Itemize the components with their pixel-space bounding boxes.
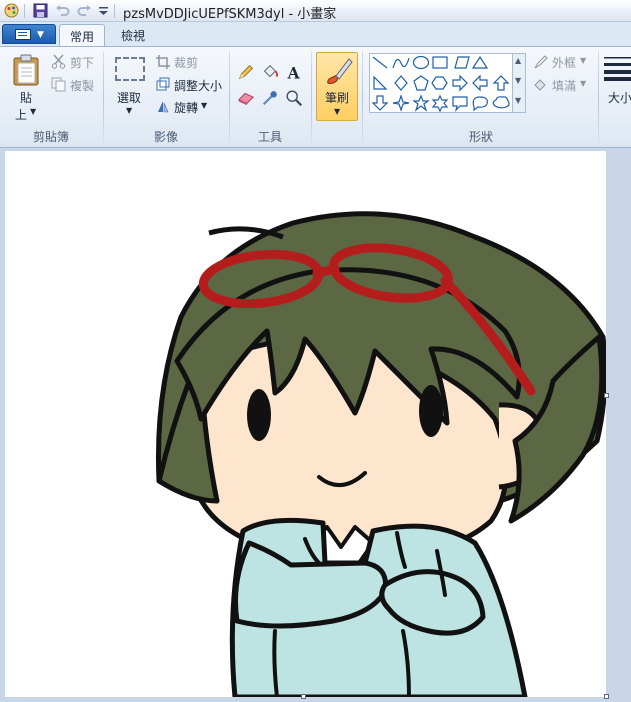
ribbon-tab-row: ▼ 常用 檢視 xyxy=(0,22,631,46)
paste-chevron-down-icon[interactable]: ▼ xyxy=(30,107,36,116)
drawing-canvas[interactable] xyxy=(5,151,606,697)
pentagon-shape-icon[interactable] xyxy=(413,75,429,91)
redo-icon[interactable] xyxy=(77,3,92,18)
resize-button[interactable]: 調整大小 xyxy=(174,77,222,94)
left-arrow-shape-icon[interactable] xyxy=(472,74,488,92)
chevron-down-icon: ▼ xyxy=(37,30,44,40)
shapes-grid xyxy=(371,55,510,113)
hexagon-shape-icon[interactable] xyxy=(431,76,448,90)
text-tool-icon[interactable]: A xyxy=(283,61,305,83)
clipboard-group-label: 剪貼簿 xyxy=(32,130,69,144)
window-title: pzsMvDDJicUEPfSKM3dyl - 小畫家 xyxy=(123,7,337,22)
pencil-icon[interactable] xyxy=(235,61,257,83)
brushes-chevron-down-icon: ▼ xyxy=(334,107,341,116)
canvas-resize-handle-bottom[interactable] xyxy=(301,694,306,699)
crop-icon[interactable] xyxy=(156,55,170,69)
fill-chevron-down-icon[interactable]: ▼ xyxy=(580,79,586,88)
select-button[interactable]: 選取 xyxy=(117,89,141,106)
chibi-character-drawing xyxy=(155,211,606,697)
copy-icon[interactable] xyxy=(51,77,66,92)
magnifier-icon[interactable] xyxy=(283,87,305,109)
oval-callout-shape-icon[interactable] xyxy=(472,96,488,112)
rectangle-shape-icon[interactable] xyxy=(432,56,448,69)
tools-group-label: 工具 xyxy=(257,130,282,144)
curve-shape-icon[interactable] xyxy=(392,57,410,69)
quick-access-separator xyxy=(24,4,25,18)
right-triangle-shape-icon[interactable] xyxy=(373,75,388,90)
customize-quick-access-icon[interactable] xyxy=(98,3,109,18)
size-label: 大小 xyxy=(608,91,631,105)
paste-icon[interactable] xyxy=(10,53,44,87)
up-arrow-shape-icon[interactable] xyxy=(492,75,510,91)
six-point-star-shape-icon[interactable] xyxy=(431,94,449,113)
shapes-scrollbar[interactable]: ▲ ▼ ▼ xyxy=(513,53,526,113)
left-eye xyxy=(247,389,271,441)
rotate-chevron-down-icon[interactable]: ▼ xyxy=(201,101,207,110)
paint-menu-button[interactable]: ▼ xyxy=(2,24,56,44)
expand-gallery-icon[interactable]: ▼ xyxy=(515,96,521,105)
title-separator xyxy=(114,4,115,18)
crop-button[interactable]: 裁剪 xyxy=(174,54,198,71)
scroll-up-icon[interactable]: ▲ xyxy=(515,56,521,65)
shapes-gallery xyxy=(369,53,513,113)
paint-app-icon[interactable] xyxy=(4,3,19,18)
cut-button[interactable]: 剪下 xyxy=(70,54,94,71)
brushes-label: 筆刷 xyxy=(325,91,350,105)
resize-icon[interactable] xyxy=(156,77,170,91)
right-eye xyxy=(419,385,443,437)
rounded-rectangle-shape-icon[interactable] xyxy=(454,56,470,69)
five-point-star-shape-icon[interactable] xyxy=(412,94,430,112)
ribbon: 貼 上 ▼ 剪下 複製 剪貼簿 選取 ▼ 裁剪 調整大小 旋轉 ▼ 影像 A 工… xyxy=(0,46,631,148)
diamond-shape-icon[interactable] xyxy=(394,75,408,91)
brush-icon xyxy=(327,58,353,84)
oval-shape-icon[interactable] xyxy=(412,55,430,70)
outline-chevron-down-icon[interactable]: ▼ xyxy=(580,56,586,65)
copy-button[interactable]: 複製 xyxy=(70,77,94,94)
brushes-button[interactable]: 筆刷 ▼ xyxy=(316,52,358,121)
svg-text:A: A xyxy=(287,63,301,82)
shapes-group-label: 形狀 xyxy=(468,130,493,144)
rectangular-callout-shape-icon[interactable] xyxy=(452,96,468,112)
line-size-icon xyxy=(604,57,631,81)
four-point-star-shape-icon[interactable] xyxy=(392,94,410,112)
triangle-shape-icon[interactable] xyxy=(471,55,489,69)
tab-home[interactable]: 常用 xyxy=(59,24,106,46)
color-picker-icon[interactable] xyxy=(259,87,281,109)
line-shape-icon[interactable] xyxy=(372,56,388,69)
undo-icon[interactable] xyxy=(55,3,70,18)
down-arrow-shape-icon[interactable] xyxy=(371,95,389,111)
fill-button[interactable]: 填滿 xyxy=(552,77,576,94)
title-bar: pzsMvDDJicUEPfSKM3dyl - 小畫家 xyxy=(0,0,631,22)
group-separator xyxy=(598,51,599,143)
fill-icon[interactable] xyxy=(533,77,548,92)
scissors-icon[interactable] xyxy=(51,54,66,69)
image-group-label: 影像 xyxy=(153,130,178,144)
cloud-callout-shape-icon[interactable] xyxy=(492,96,510,109)
fill-bucket-icon[interactable] xyxy=(259,61,281,83)
scroll-down-icon[interactable]: ▼ xyxy=(515,76,521,85)
outline-button[interactable]: 外框 xyxy=(552,54,576,71)
outline-icon[interactable] xyxy=(533,55,548,70)
canvas-resize-handle-right[interactable] xyxy=(604,393,609,398)
rotate-icon[interactable] xyxy=(156,99,170,113)
paste-button-label-1[interactable]: 貼 xyxy=(20,89,32,106)
paste-button-label-2[interactable]: 上 xyxy=(15,106,27,123)
menu-icon xyxy=(15,29,31,40)
canvas-workspace xyxy=(0,148,631,702)
select-rectangle-icon[interactable] xyxy=(115,57,145,81)
canvas-resize-handle-corner[interactable] xyxy=(604,694,609,699)
group-separator xyxy=(311,51,312,143)
tab-view[interactable]: 檢視 xyxy=(111,24,155,46)
eraser-icon[interactable] xyxy=(235,87,257,109)
right-arrow-shape-icon[interactable] xyxy=(452,74,468,92)
rotate-button[interactable]: 旋轉 xyxy=(174,99,198,116)
save-icon[interactable] xyxy=(33,3,48,18)
select-chevron-down-icon[interactable]: ▼ xyxy=(126,106,132,115)
